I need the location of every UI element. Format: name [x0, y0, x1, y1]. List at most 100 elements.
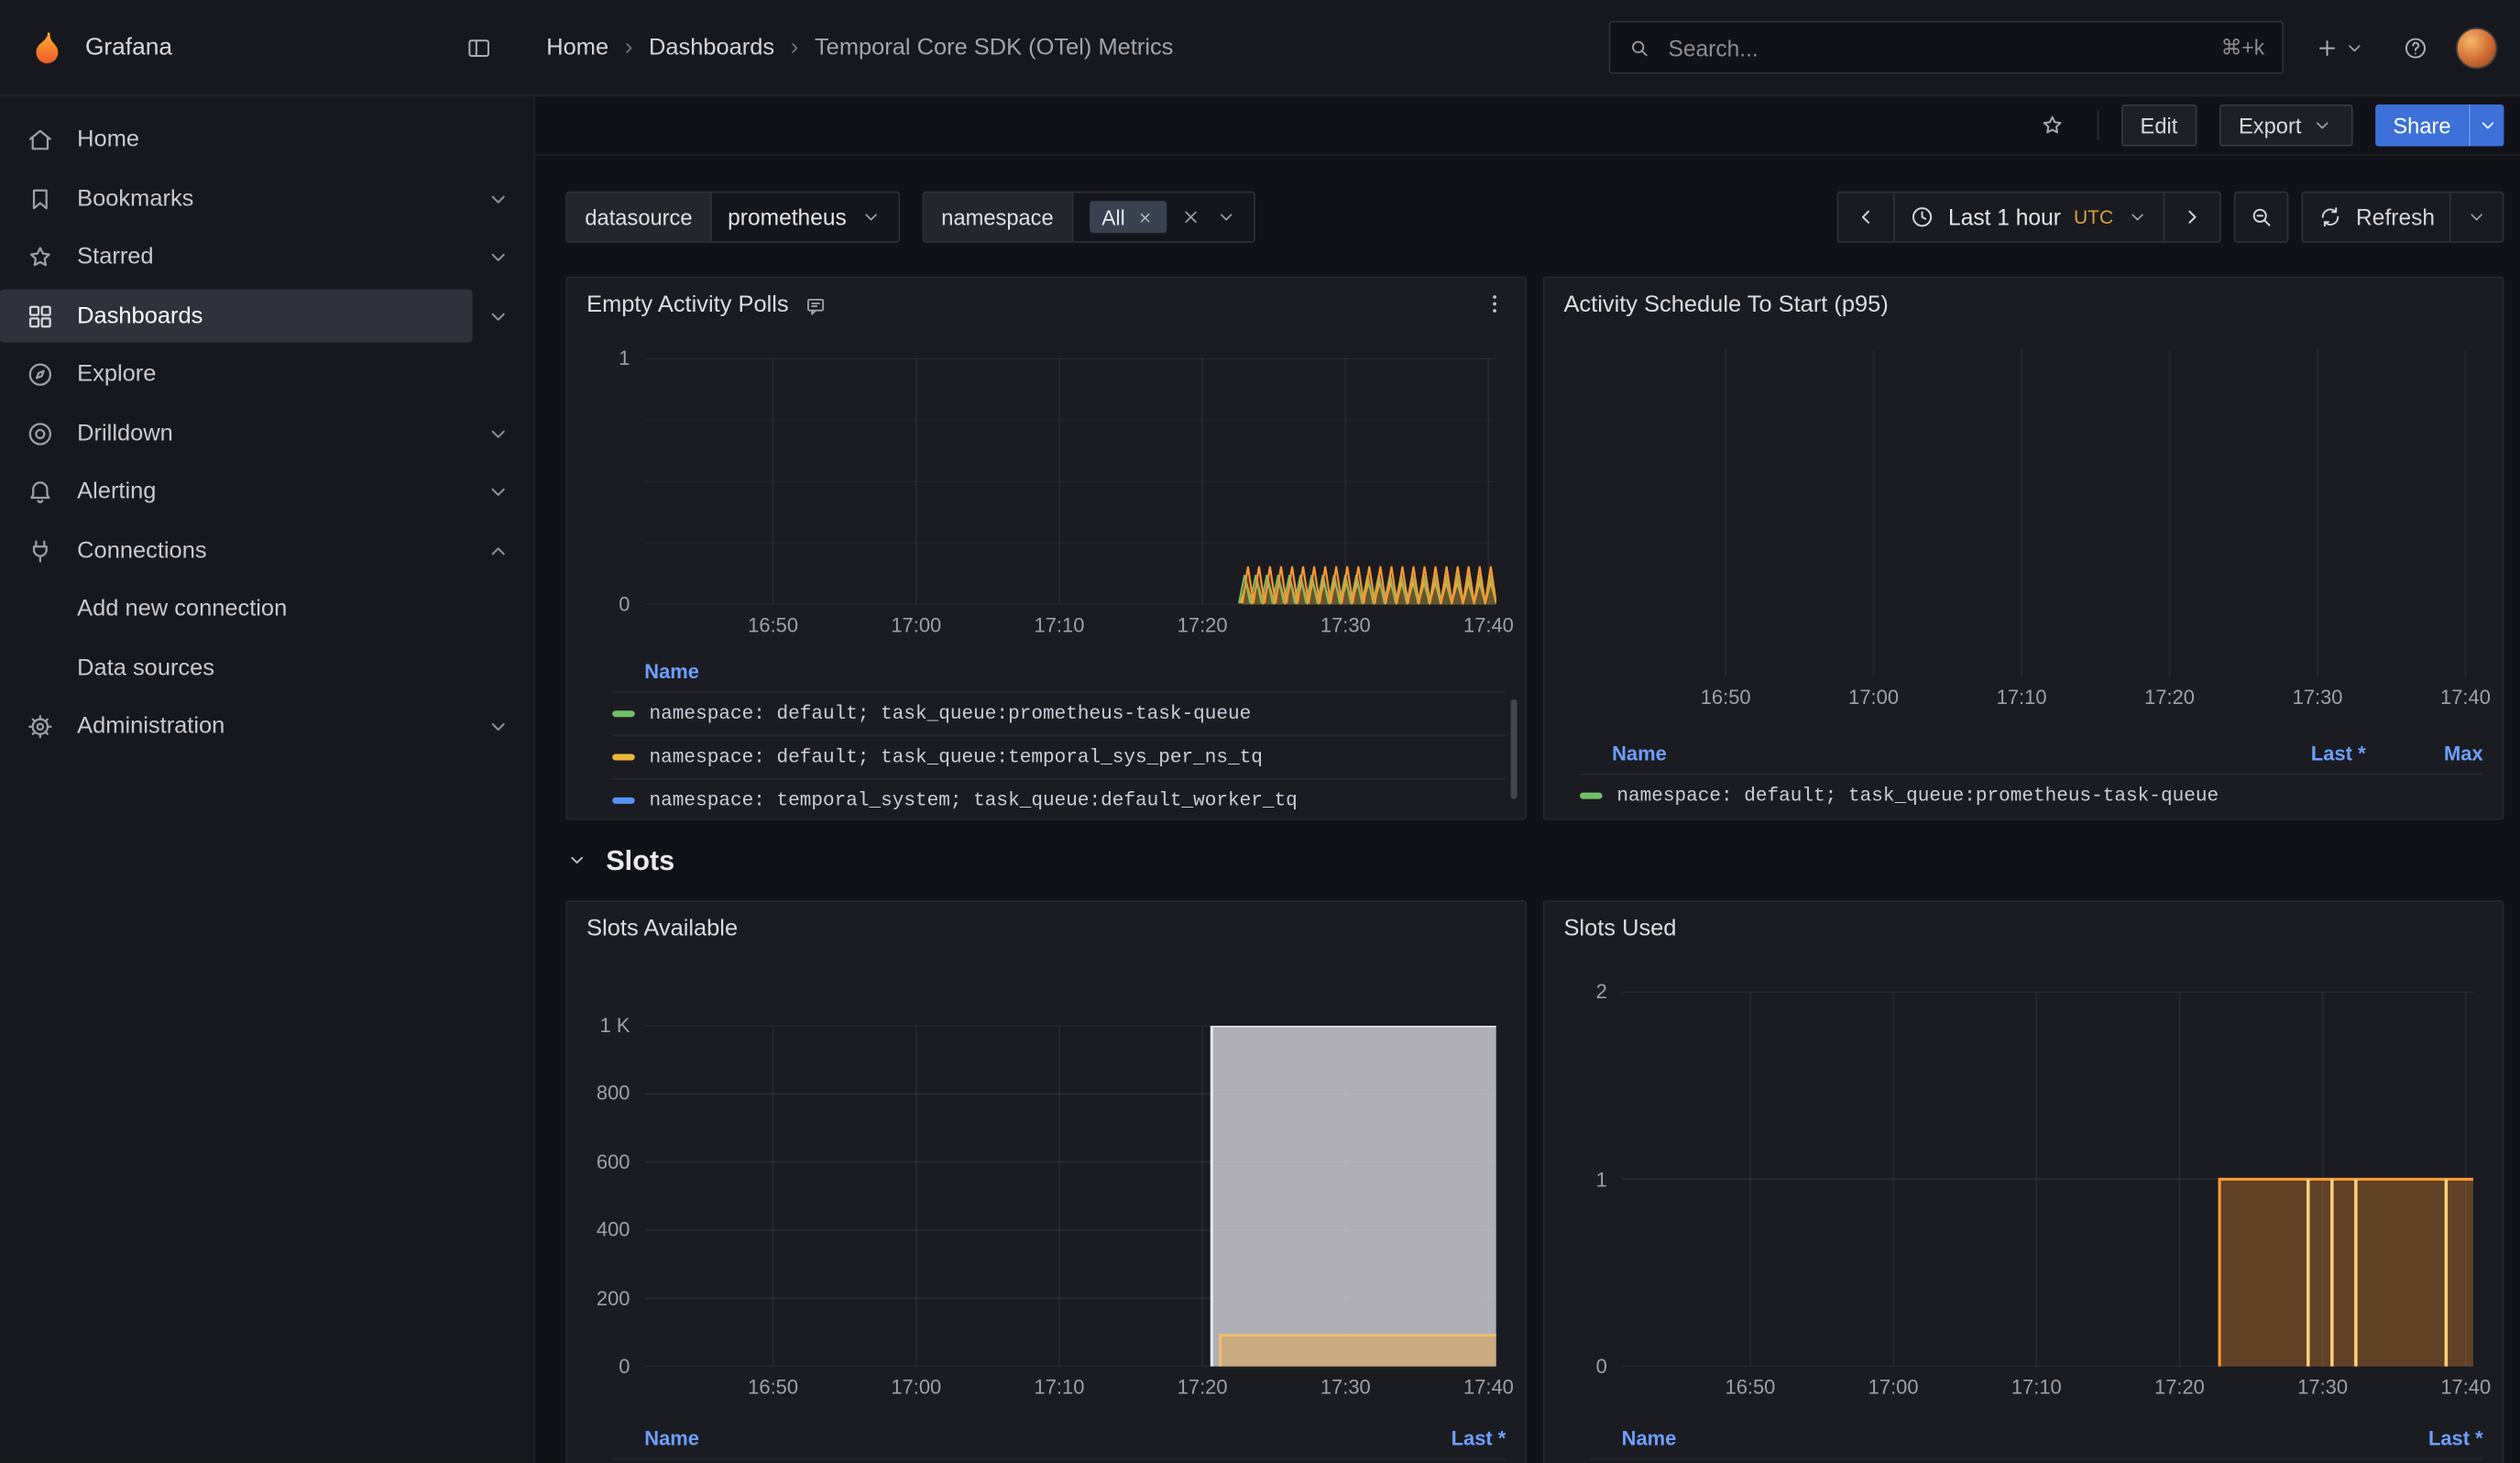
legend-column-last[interactable]: Last * [1403, 1427, 1506, 1450]
remove-value-icon[interactable] [1136, 208, 1154, 226]
apps-icon [26, 302, 55, 331]
sidebar-item-label: Home [77, 127, 139, 153]
sidebar-item-alerting[interactable]: Alerting [0, 463, 533, 522]
search-icon [1628, 36, 1651, 59]
namespace-pill[interactable]: All [1089, 201, 1167, 233]
search-bar[interactable]: ⌘+k [1609, 21, 2284, 74]
panel-title: Empty Activity Polls [586, 292, 788, 318]
legend-item[interactable]: namespace: default; task_queue:prometheu… [1590, 1458, 2483, 1463]
y-axis-label: 2 [1596, 981, 1607, 1004]
panel-header[interactable]: Activity Schedule To Start (p95) [1544, 278, 2502, 333]
legend-header: Name Last * Max [1580, 734, 2483, 773]
variable-label: namespace [924, 192, 1073, 241]
time-range-picker[interactable]: Last 1 hour UTC [1893, 192, 2163, 241]
legend-series-marker [612, 754, 635, 761]
clear-all-icon[interactable] [1179, 205, 1202, 228]
legend: Name namespace: default; task_queue:prome… [612, 653, 1506, 820]
legend-column-name[interactable]: Name [612, 1427, 1388, 1450]
sidebar-item-data-sources[interactable]: Data sources [0, 639, 533, 698]
sidebar-item-bookmarks[interactable]: Bookmarks [0, 170, 533, 228]
legend-header: Name Last * [612, 1420, 1506, 1458]
x-axis-label: 17:00 [1848, 687, 1899, 710]
variable-datasource[interactable]: datasource prometheus [565, 192, 899, 243]
breadcrumb-item-dashboards[interactable]: Dashboards [649, 35, 774, 60]
x-axis-label: 17:20 [2154, 1376, 2205, 1399]
legend-item[interactable]: namespace: default; task_queue:prometheu… [1580, 774, 2483, 817]
sidebar-item-dashboards[interactable]: Dashboards [0, 287, 533, 346]
variable-label: datasource [567, 192, 711, 241]
nav-actions [2305, 25, 2497, 70]
export-button[interactable]: Export [2219, 104, 2353, 147]
sidebar-item-label: Dashboards [77, 303, 203, 329]
x-axis-label: 17:00 [891, 1376, 941, 1399]
sidebar-item-add-new-connection[interactable]: Add new connection [0, 580, 533, 639]
legend-item[interactable]: namespace: default; task_queue:prometheu… [612, 691, 1506, 734]
legend-column-last[interactable]: Last * [2380, 1427, 2482, 1450]
legend-scrollbar[interactable] [1511, 699, 1517, 799]
legend-column-last[interactable]: Last * [2263, 742, 2365, 765]
datasource-value: prometheus [728, 204, 847, 230]
sidebar-item-administration[interactable]: Administration [0, 698, 533, 756]
panel-description-icon[interactable] [803, 293, 827, 317]
section-title: Slots [606, 843, 674, 877]
grafana-app: Grafana Home›Dashboards›Temporal Core SD… [0, 0, 2520, 1463]
legend-item[interactable]: namespace: temporal_system; task_queue:d… [612, 778, 1506, 820]
section-slots-toggle[interactable]: Slots [565, 839, 674, 881]
time-shift-forward-button[interactable] [2164, 192, 2219, 241]
panel-header[interactable]: Slots Used [1544, 902, 2502, 957]
time-shift-back-button[interactable] [1839, 192, 1894, 241]
legend-column-name[interactable]: Name [1580, 742, 2249, 765]
new-button[interactable] [2305, 25, 2375, 70]
sidebar-item-drilldown[interactable]: Drilldown [0, 404, 533, 463]
chevron-down-icon [565, 849, 588, 872]
share-button[interactable]: Share [2375, 104, 2469, 147]
sidebar-item-label: Explore [77, 362, 156, 388]
user-avatar[interactable] [2456, 27, 2498, 69]
namespace-select[interactable]: All [1073, 192, 1254, 241]
sidebar-item-home[interactable]: Home [0, 111, 533, 170]
share-button-group: Share [2375, 104, 2504, 147]
refresh-interval-button[interactable] [2449, 192, 2503, 241]
edit-button[interactable]: Edit [2120, 104, 2197, 147]
sidebar-item-starred[interactable]: Starred [0, 228, 533, 287]
chevron-left-icon [1854, 204, 1879, 230]
chart-slots-available[interactable]: 16:5017:0017:1017:2017:3017:400200400600… [644, 1026, 1496, 1367]
chevron-down-icon [1215, 205, 1238, 228]
help-button[interactable] [2393, 25, 2438, 70]
brand[interactable]: Grafana [26, 27, 456, 69]
y-axis-label: 800 [597, 1083, 630, 1106]
refresh-label: Refresh [2356, 204, 2435, 230]
zoom-out-button[interactable] [2234, 192, 2289, 243]
sidebar-item-connections[interactable]: Connections [0, 522, 533, 580]
panel-header[interactable]: Empty Activity Polls [567, 278, 1525, 333]
chart-slots-used[interactable]: 16:5017:0017:1017:2017:3017:40012 [1622, 992, 2474, 1367]
variable-namespace[interactable]: namespace All [922, 192, 1255, 243]
legend-column-name[interactable]: Name [1590, 1427, 2366, 1450]
panel-header[interactable]: Slots Available [567, 902, 1525, 957]
y-axis-label: 1 K [600, 1015, 630, 1038]
legend-item[interactable]: namespace: default; task_queue:temporal_… [612, 734, 1506, 777]
chart-empty-activity-polls[interactable]: 16:5017:0017:1017:2017:3017:4001 [644, 358, 1496, 604]
breadcrumb-item-home[interactable]: Home [546, 35, 608, 60]
chevron-down-icon [2311, 115, 2334, 138]
share-dropdown-button[interactable] [2469, 104, 2504, 147]
refresh-button[interactable]: Refresh [2303, 192, 2449, 241]
clock-icon [1910, 204, 1935, 230]
panel-empty-activity-polls: Empty Activity Polls 16:5017:0017:1017:2… [565, 277, 1527, 820]
favorite-star-button[interactable] [2030, 103, 2075, 148]
grafana-logo-icon [26, 27, 68, 69]
datasource-select[interactable]: prometheus [712, 192, 898, 241]
y-axis-label: 0 [619, 593, 630, 616]
legend-column-name[interactable]: Name [612, 661, 1506, 684]
chart-activity-schedule-to-start[interactable]: 16:5017:0017:1017:2017:3017:40 [1593, 350, 2473, 676]
panel-menu-button[interactable] [1477, 288, 1513, 324]
dock-sidebar-toggle-button[interactable] [456, 25, 501, 70]
search-input[interactable] [1665, 33, 2207, 62]
sidebar-item-label: Alerting [77, 479, 156, 505]
legend-item[interactable]: namespace: default; task_queue:prometheu… [612, 1458, 1506, 1463]
legend-column-max[interactable]: Max [2380, 742, 2482, 765]
y-axis-label: 1 [619, 347, 630, 370]
sidebar-item-explore[interactable]: Explore [0, 346, 533, 404]
x-axis-label: 17:40 [2440, 1376, 2491, 1399]
share-label: Share [2393, 114, 2450, 138]
